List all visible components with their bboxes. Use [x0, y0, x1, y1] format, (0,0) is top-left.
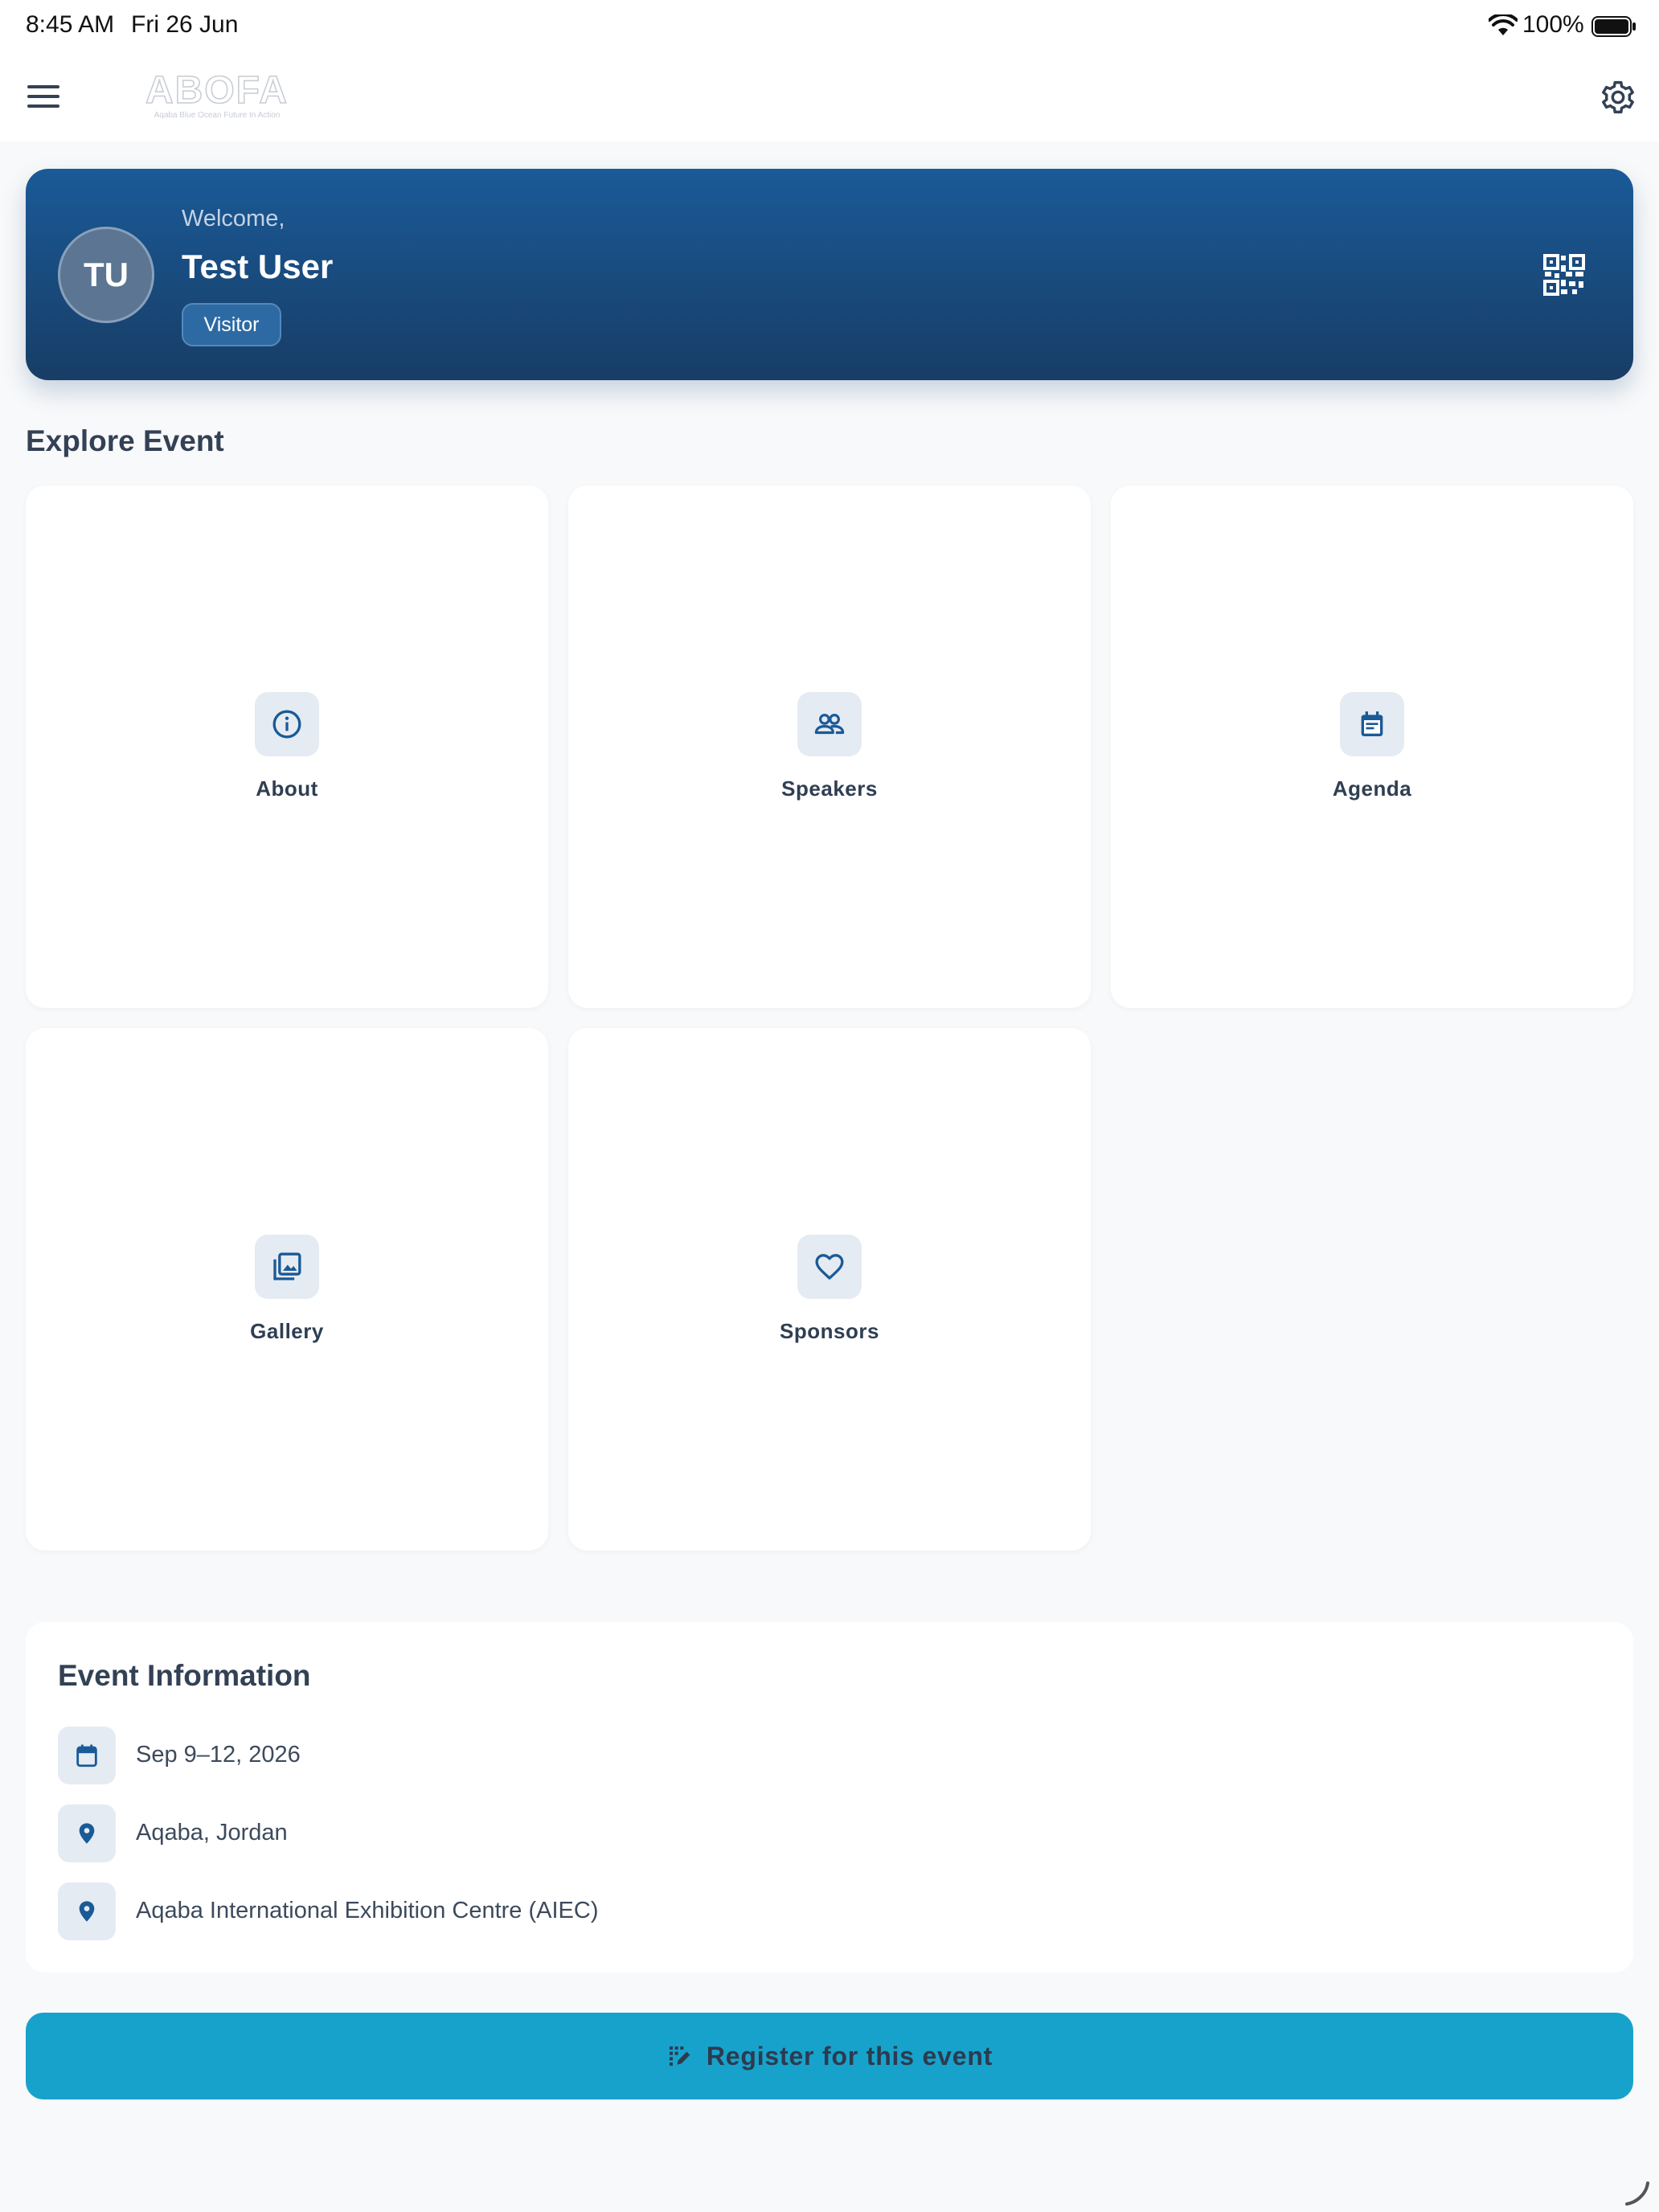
tile-about[interactable]: About [26, 485, 548, 1008]
event-venue: Aqaba International Exhibition Centre (A… [136, 1898, 599, 1923]
tile-agenda[interactable]: Agenda [1111, 485, 1633, 1008]
event-information-heading: Event Information [58, 1659, 311, 1692]
people-icon [797, 692, 862, 756]
location-pin-icon [58, 1882, 116, 1940]
tile-sponsors[interactable]: Sponsors [568, 1028, 1091, 1550]
register-button-label: Register for this event [706, 2041, 993, 2071]
tile-label: Gallery [250, 1319, 324, 1343]
explore-event-heading: Explore Event [26, 424, 224, 457]
tile-label: Sponsors [780, 1319, 879, 1343]
agenda-icon [1340, 692, 1404, 756]
app-bar: ABOFA Aqaba Blue Ocean Future In Action [0, 51, 1659, 141]
abofa-logo: ABOFA Aqaba Blue Ocean Future In Action [145, 69, 289, 120]
event-city-row: Aqaba, Jordan [58, 1804, 1585, 1862]
tile-speakers[interactable]: Speakers [568, 485, 1091, 1008]
welcome-greeting: Welcome, [182, 206, 285, 231]
calendar-icon [58, 1727, 116, 1784]
welcome-card: TU Welcome, Test User Visitor [26, 169, 1633, 380]
svg-text:ABOFA: ABOFA [145, 69, 289, 112]
event-city: Aqaba, Jordan [136, 1820, 288, 1845]
battery-icon [1591, 16, 1636, 37]
location-pin-icon [58, 1804, 116, 1862]
event-date: Sep 9–12, 2026 [136, 1742, 301, 1768]
heart-icon [797, 1235, 862, 1299]
status-date: Fri 26 Jun [131, 11, 239, 38]
app-screen: 8:45 AM Fri 26 Jun 100% ABOFA Aqaba Blue… [0, 0, 1659, 2212]
info-icon [255, 692, 319, 756]
register-icon [669, 2046, 690, 2066]
register-button[interactable]: Register for this event [26, 2013, 1633, 2099]
tile-label: About [256, 776, 318, 801]
event-information-card: Event Information Sep 9–12, 2026 Aqaba, … [26, 1622, 1633, 1972]
status-time: 8:45 AM [26, 11, 115, 38]
wifi-icon [1489, 14, 1518, 35]
qr-code-icon[interactable] [1543, 254, 1585, 296]
role-badge: Visitor [182, 303, 281, 346]
hamburger-menu-icon[interactable] [27, 82, 59, 111]
event-date-row: Sep 9–12, 2026 [58, 1727, 1585, 1784]
gallery-icon [255, 1235, 319, 1299]
resize-handle-icon [1625, 2181, 1649, 2206]
battery-percentage: 100% [1522, 11, 1584, 38]
settings-gear-icon[interactable] [1600, 79, 1636, 116]
event-venue-row: Aqaba International Exhibition Centre (A… [58, 1882, 1585, 1940]
avatar: TU [58, 227, 154, 323]
status-bar: 8:45 AM Fri 26 Jun 100% [0, 0, 1659, 51]
tile-gallery[interactable]: Gallery [26, 1028, 548, 1550]
svg-text:Aqaba Blue Ocean Future In Act: Aqaba Blue Ocean Future In Action [154, 111, 281, 120]
tile-label: Agenda [1332, 776, 1412, 801]
tile-label: Speakers [781, 776, 878, 801]
user-name: Test User [182, 248, 334, 285]
